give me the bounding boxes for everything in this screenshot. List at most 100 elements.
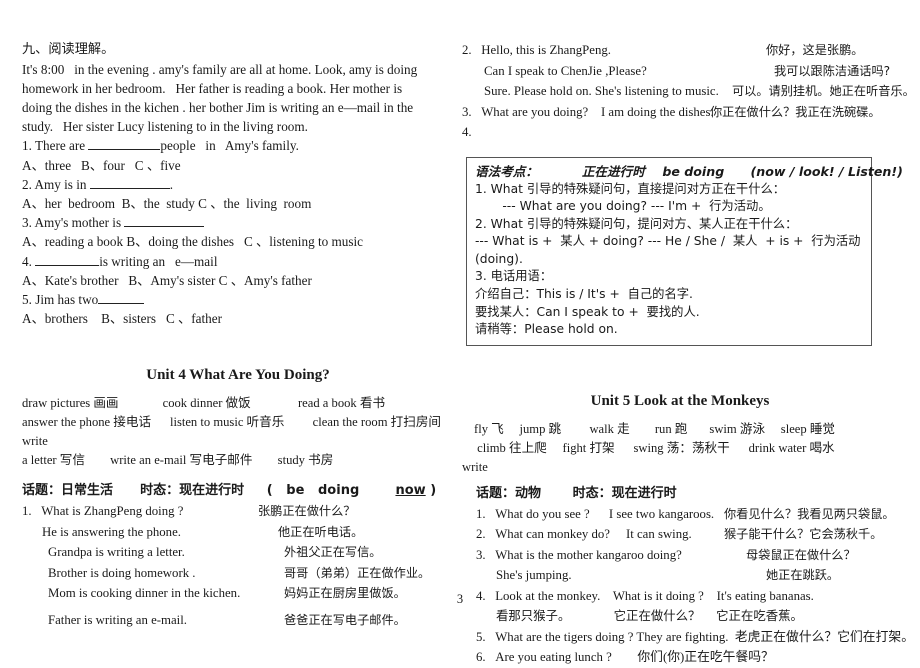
dialogue-row: 2. Hello, this is ZhangPeng. 你好，这是张鹏。 [462,40,898,61]
grammar-box-header: 语法考点： 正在进行时 be doing (now / look! / List… [475,163,903,179]
dialogue-row: 5. What are the tigers doing ? They are … [462,627,914,648]
dialogue-chinese: 猴子能干什么？它会荡秋千。 [724,527,883,542]
passage-line: homework in her bedroom. Her father is r… [22,80,403,96]
topic-keyword-now: now [395,483,426,499]
topic-suffix: ) [425,483,437,499]
dialogue-chinese: 我可以跟陈洁通话吗? [774,63,891,78]
dialogue-chinese: 她正在跳跃。 [766,568,840,583]
passage-line: It's 8:00 in the evening . amy's family … [22,61,418,77]
dialogue-english: 2. Hello, this is ZhangPeng. [462,43,611,57]
dialogue-english: Can I speak to ChenJie ,Please? [484,63,647,78]
dialogue-row: 2. What can monkey do? It can swing. 猴子能… [462,524,898,545]
dialogue-row: Sure. Please hold on. She's listening to… [462,81,915,102]
question-options[interactable]: A、reading a book B、doing the dishes C 、l… [22,232,454,251]
dialogue-english: 2. What can monkey do? It can swing. [476,527,692,542]
dialogue-english: Father is writing an e-mail. [48,612,187,627]
dialogue-english: 6. Are you eating lunch ? 你们(你)正在吃午餐吗？ [476,650,774,665]
dialogue-english: 1. What is ZhangPeng doing ? [22,504,184,519]
question-options[interactable]: A、brothers B、sisters C 、father [22,309,454,328]
question-options[interactable]: A、her bedroom B、the study C 、the living … [22,194,454,213]
dialogue-chinese: 你好，这是张鹏。 [766,43,864,57]
unit5-dialogue-list: 1. What do you see ? I see two kangaroos… [462,504,914,668]
question-stem: 4. is writing an e—mail [22,252,454,271]
grammar-line: 2. What 引导的特殊疑问句，提问对方、某人正在干什么： [475,216,798,231]
dialogue-row: 4. [462,122,898,143]
two-column-layout: 九、阅读理解。 It's 8:00 in the evening . amy's… [22,40,915,668]
dialogue-row: She's jumping. 她正在跳跃。 [462,565,898,586]
worksheet-page: 九、阅读理解。 It's 8:00 in the evening . amy's… [0,0,920,664]
question-stem: 2. Amy is in . [22,175,454,194]
dialogue-chinese: 张鹏正在做什么？ [258,504,356,519]
unit5-vocab-line: climb 往上爬 fight 打架 swing 荡：荡秋干 drink wat… [474,440,835,455]
unit4-vocab-line: a letter 写信 write an e-mail 写电子邮件 study … [22,453,334,468]
dialogue-row: 6. Are you eating lunch ? 你们(你)正在吃午餐吗？ [462,647,898,668]
question-prefix: 3. Amy's mother is [22,215,125,231]
question-suffix: . [169,176,174,192]
grammar-line: 请稍等：Please hold on. [475,322,618,337]
dialogue-english: 3. What is the mother kangaroo doing? [476,547,682,562]
dialogue-english: He is answering the phone. [42,524,181,539]
unit4-vocab-line: draw pictures 画画 cook dinner 做饭 read a b… [22,396,386,411]
question-options[interactable]: A、three B、four C 、five [22,156,454,175]
question-suffix: is writing an e—mail [99,253,218,269]
dialogue-english: She's jumping. [496,568,572,583]
reading-section-heading: 九、阅读理解。 [22,42,115,57]
dialogue-row: 1. What do you see ? I see two kangaroos… [462,504,898,525]
dialogue-row: He is answering the phone. 他正在听电话。 [22,522,454,543]
answer-blank[interactable] [88,138,161,151]
grammar-line: 3. 电话用语： [475,269,553,284]
dialogue-english: 1. What do you see ? I see two kangaroos… [476,506,715,521]
dialogue-row: 1. What is ZhangPeng doing ? 张鹏正在做什么？ [22,501,454,522]
question-stem: 5. Jim has two [22,290,454,309]
left-column: 九、阅读理解。 It's 8:00 in the evening . amy's… [22,40,462,630]
dialogue-chinese: 你正在做什么？我正在洗碗碟。 [710,104,881,119]
dialogue-row: Father is writing an e-mail. 爸爸正在写电子邮件。 [22,610,454,631]
dialogue-row: 3. What is the mother kangaroo doing? 母袋… [462,545,898,566]
question-prefix: 5. Jim has two [22,291,99,307]
answer-blank[interactable] [89,177,170,189]
unit5-vocab-line: fly 飞 jump 跳 walk 走 run 跑 swim 游泳 sleep … [474,421,836,436]
passage-line: study. Her sister Lucy listening to in t… [22,119,308,135]
grammar-line: --- What are you doing? --- I'm + 行为活动。 [475,199,771,214]
question-prefix: 2. Amy is in [22,176,90,192]
dialogue-chinese: 爸爸正在写电子邮件。 [284,612,406,627]
question-prefix: 4. [22,253,36,269]
unit5-topic-line: 话题：动物 时态：现在进行时 [476,485,677,501]
dialogue-chinese: 哥哥（弟弟）正在做作业。 [284,565,431,580]
grammar-line: 1. What 引导的特殊疑问句，直接提问对方正在干什么： [475,181,786,196]
unit4-dialogue-list: 1. What is ZhangPeng doing ? 张鹏正在做什么？ He… [22,501,454,630]
page-number: 3 [456,592,464,606]
unit4-vocab-line: answer the phone 接电话 listen to music 听音乐… [22,415,467,449]
unit5-vocab-line: write [462,459,488,474]
question-prefix: 1. There are [22,138,89,154]
dialogue-english: 5. What are the tigers doing ? They are … [476,629,914,644]
answer-blank[interactable] [35,254,100,266]
dialogue-english: Brother is doing homework . [48,565,196,580]
dialogue-english: Grandpa is writing a letter. [48,545,185,560]
question-suffix: people in Amy's family. [160,138,299,154]
question-options[interactable]: A、Kate's brother B、Amy's sister C 、Amy's… [22,271,454,290]
dialogue-chinese: 外祖父正在写信。 [284,545,382,560]
passage-line: doing the dishes in the kichen . her bot… [22,99,414,115]
grammar-line: 介绍自己：This is / It's + 自己的名字. [475,287,693,302]
question-stem: 3. Amy's mother is [22,213,454,232]
dialogue-row: 看那只猴子。 它正在做什么？ 它正在吃香蕉。 [462,606,898,627]
dialogue-chinese: 母袋鼠正在做什么？ [746,547,856,562]
unit4-topic-line: 话题：日常生活 时态：现在进行时 ( be doing now ) [22,480,454,501]
dialogue-chinese: 看那只猴子。 它正在做什么？ 它正在吃香蕉。 [496,608,803,624]
dialogue-english: 4. [462,125,472,139]
dialogue-row: Grandpa is writing a letter. 外祖父正在写信。 [22,542,454,563]
dialogue-row: Can I speak to ChenJie ,Please? 我可以跟陈洁通话… [462,61,898,82]
topic-prefix: 话题：日常生活 时态：现在进行时 ( be doing [22,483,396,499]
right-column: 2. Hello, this is ZhangPeng. 你好，这是张鹏。 Ca… [462,40,915,668]
grammar-line: 要找某人：Can I speak to + 要找的人. [475,304,700,319]
grammar-line: --- What is + 某人 + doing? --- He / She /… [475,234,865,266]
dialogue-chinese: 他正在听电话。 [278,524,364,539]
answer-blank[interactable] [98,292,145,304]
question-stem: 1. There are people in Amy's family. [22,136,454,155]
dialogue-row: Brother is doing homework . 哥哥（弟弟）正在做作业。 [22,563,454,584]
dialogue-row: 3. What are you doing? I am doing the di… [462,102,898,123]
unit5-title: Unit 5 Look at the Monkeys [590,392,770,409]
answer-blank[interactable] [124,215,205,228]
dialogue-chinese: 你看见什么？我看见两只袋鼠。 [724,506,895,521]
